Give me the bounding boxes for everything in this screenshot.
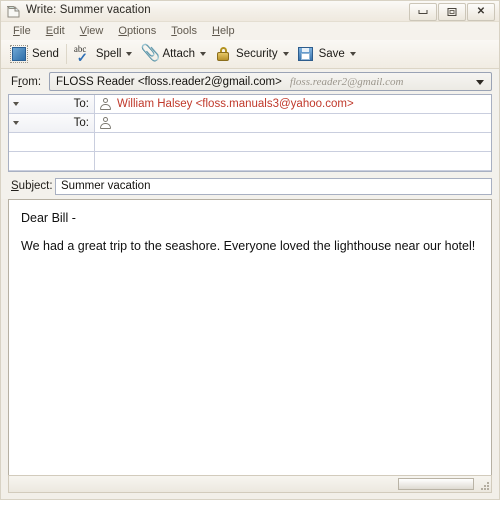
close-icon: ✕ (476, 6, 486, 17)
check-icon: ✓ (76, 50, 88, 65)
menu-label-edit: dit (53, 25, 65, 37)
recipient-value-empty-2 (95, 152, 491, 170)
recipient-row-1[interactable]: To: William Halsey <floss.manuals3@yahoo… (9, 95, 491, 114)
menu-item-view[interactable]: View (74, 24, 110, 38)
attach-button[interactable]: 📎 Attach (137, 42, 198, 66)
maximize-button[interactable] (438, 3, 466, 21)
recipient-grid: To: William Halsey <floss.manuals3@yahoo… (8, 94, 492, 172)
menu-label-tools: ools (176, 25, 197, 37)
security-button-label: Security (236, 48, 278, 60)
menu-item-help[interactable]: Help (206, 24, 241, 38)
spell-dropdown-caret-icon[interactable] (126, 52, 133, 56)
spell-button[interactable]: abc ✓ Spell (71, 42, 125, 66)
floppy-disk-icon (297, 45, 315, 63)
window-title: Write: Summer vacation (26, 4, 151, 16)
spell-button-label: Spell (95, 48, 122, 60)
message-body-editor[interactable]: Dear Bill - We had a great trip to the s… (8, 199, 492, 489)
progress-meter (398, 478, 474, 490)
from-label: From: (11, 75, 42, 88)
from-value: FLOSS Reader <floss.reader2@gmail.com> (56, 75, 282, 88)
contact-person-icon (100, 117, 111, 129)
body-line-1: Dear Bill - (21, 211, 76, 225)
recipient-input-1[interactable]: William Halsey <floss.manuals3@yahoo.com… (95, 95, 491, 113)
from-row: From: FLOSS Reader <floss.reader2@gmail.… (8, 72, 492, 91)
subject-input[interactable]: Summer vacation (55, 177, 492, 195)
recipient-row-empty-1[interactable] (9, 133, 491, 152)
contact-person-icon (100, 98, 111, 110)
window-controls: ✕ (409, 3, 495, 21)
from-hint: floss.reader2@gmail.com (289, 75, 404, 88)
status-bar (8, 475, 492, 493)
minimize-button[interactable] (409, 3, 437, 21)
toolbar-separator (65, 44, 67, 64)
message-body-text: Dear Bill - We had a great trip to the s… (9, 200, 491, 254)
toolbar: Send abc ✓ Spell 📎 Attach Security Save (1, 40, 499, 69)
save-button[interactable]: Save (294, 42, 348, 66)
recipient-value-1: William Halsey <floss.manuals3@yahoo.com… (117, 98, 354, 110)
send-button-label: Send (32, 48, 59, 60)
body-line-2: We had a great trip to the seashore. Eve… (21, 238, 476, 253)
compose-window: Write: Summer vacation ✕ File Edit View … (0, 0, 500, 500)
chevron-down-icon[interactable] (13, 121, 19, 125)
subject-label: Subject: (11, 180, 53, 192)
recipient-input-2[interactable] (95, 114, 491, 132)
menu-item-tools[interactable]: Tools (165, 24, 203, 38)
desktop-background: Write: Summer vacation ✕ File Edit View … (0, 0, 500, 506)
from-select[interactable]: FLOSS Reader <floss.reader2@gmail.com> f… (49, 72, 492, 91)
menu-label-view: iew (86, 25, 104, 37)
compose-document-icon (7, 6, 20, 18)
menu-label-file: ile (19, 25, 31, 37)
menu-item-file[interactable]: File (7, 24, 37, 38)
chevron-down-icon[interactable] (13, 102, 19, 106)
resize-grip[interactable] (478, 477, 490, 491)
window-shadow (0, 500, 500, 506)
message-headers: From: FLOSS Reader <floss.reader2@gmail.… (1, 69, 499, 199)
send-icon (10, 45, 28, 63)
menu-item-options[interactable]: Options (112, 24, 162, 38)
spellcheck-icon: abc ✓ (74, 44, 92, 65)
recipient-type-label-1: To: (73, 98, 89, 110)
lock-icon (214, 45, 232, 63)
menu-bar: File Edit View Options Tools Help (1, 22, 499, 40)
recipient-value-empty-1 (95, 133, 491, 151)
recipient-type-select-2[interactable]: To: (9, 114, 95, 132)
menu-label-options: ptions (126, 25, 157, 37)
security-button[interactable]: Security (211, 42, 281, 66)
close-button[interactable]: ✕ (467, 3, 495, 21)
chevron-down-icon[interactable] (476, 80, 484, 85)
menu-item-edit[interactable]: Edit (40, 24, 71, 38)
title-bar: Write: Summer vacation ✕ (1, 1, 499, 22)
attach-dropdown-caret-icon[interactable] (200, 52, 207, 56)
save-button-label: Save (318, 48, 345, 60)
recipient-row-empty-2[interactable] (9, 152, 491, 171)
send-button[interactable]: Send (7, 42, 62, 66)
attach-button-label: Attach (162, 48, 196, 60)
recipient-type-select-1[interactable]: To: (9, 95, 95, 113)
subject-row: Subject: Summer vacation (8, 176, 492, 199)
recipient-type-label-2: To: (73, 117, 89, 129)
recipient-type-empty-1 (9, 133, 95, 151)
menu-label-help: elp (219, 25, 235, 37)
subject-value: Summer vacation (61, 180, 151, 192)
paperclip-icon: 📎 (140, 45, 161, 62)
recipient-type-empty-2 (9, 152, 95, 170)
security-dropdown-caret-icon[interactable] (282, 52, 289, 56)
save-dropdown-caret-icon[interactable] (349, 52, 356, 56)
recipient-row-2[interactable]: To: (9, 114, 491, 133)
